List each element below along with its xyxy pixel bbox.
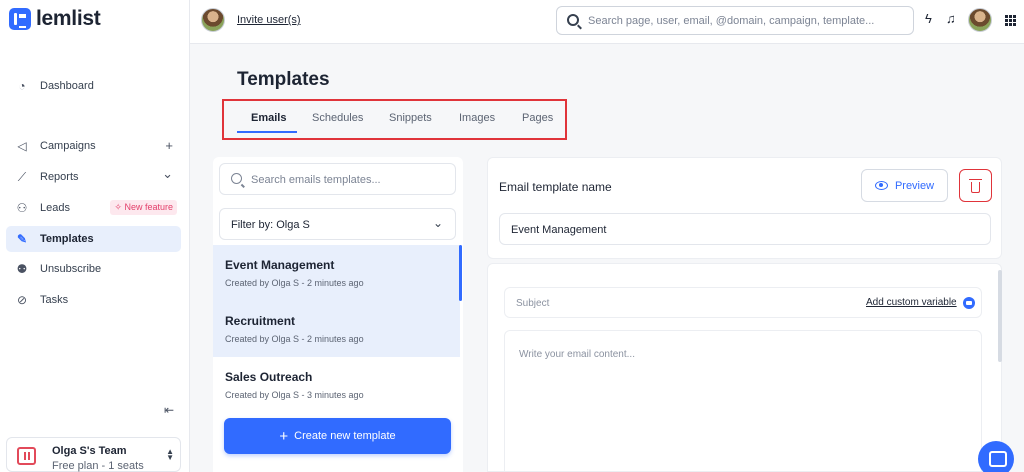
- megaphone-icon: ◁: [17, 139, 27, 153]
- plus-icon: +: [279, 427, 289, 445]
- template-meta: Created by Olga S - 2 minutes ago: [225, 334, 364, 344]
- email-content-editor[interactable]: Write your email content...: [504, 330, 982, 472]
- sidebar-item-label: Leads: [40, 202, 70, 214]
- filter-label: Filter by: Olga S: [231, 219, 310, 231]
- lightning-icon[interactable]: ϟ: [925, 12, 932, 25]
- tab-pages[interactable]: Pages: [522, 112, 553, 124]
- user-avatar[interactable]: [968, 8, 992, 32]
- template-meta: Created by Olga S - 2 minutes ago: [225, 278, 364, 288]
- team-name: Olga S's Team: [52, 445, 127, 457]
- create-template-label: Create new template: [294, 430, 396, 442]
- sort-arrows-icon: ▲ ▼: [166, 447, 174, 462]
- collapse-sidebar-icon[interactable]: ⇤: [164, 403, 174, 417]
- apps-grid-icon[interactable]: [1005, 15, 1016, 26]
- sidebar: lemlist ◔ Dashboard ◁ Campaigns + ⟋ Repo…: [0, 0, 190, 472]
- sidebar-item-leads[interactable]: ⚇ Leads ✧ New feature: [6, 195, 181, 221]
- team-plan: Free plan - 1 seats: [52, 460, 144, 472]
- sidebar-item-reports[interactable]: ⟋ Reports ⌄: [6, 164, 181, 190]
- tab-emails[interactable]: Emails: [251, 112, 286, 124]
- subject-input[interactable]: Subject Add custom variable: [504, 287, 982, 318]
- template-item-recruitment[interactable]: Recruitment Created by Olga S - 2 minute…: [213, 301, 460, 357]
- lemlist-logo-icon: [9, 8, 31, 30]
- sidebar-item-unsubscribe[interactable]: ⚉ Unsubscribe: [6, 256, 181, 282]
- search-icon: [231, 173, 242, 184]
- sidebar-item-tasks[interactable]: ⊘ Tasks: [6, 287, 181, 313]
- template-meta: Created by Olga S - 3 minutes ago: [225, 390, 364, 400]
- chevron-down-icon: ⌄: [432, 216, 443, 230]
- chart-line-icon: ⟋: [17, 169, 27, 184]
- team-switcher[interactable]: Olga S's Team Free plan - 1 seats ▲ ▼: [6, 437, 181, 472]
- tab-schedules[interactable]: Schedules: [312, 112, 363, 124]
- sidebar-item-label: Tasks: [40, 294, 69, 306]
- magic-wand-icon: ✎: [16, 232, 28, 246]
- create-template-button[interactable]: + Create new template: [224, 418, 451, 454]
- lemlist-logo[interactable]: lemlist: [9, 7, 101, 31]
- chat-support-icon[interactable]: [978, 441, 1014, 472]
- filter-dropdown[interactable]: Filter by: Olga S ⌄: [219, 208, 456, 240]
- template-name: Event Management: [225, 258, 335, 272]
- add-campaign-icon[interactable]: +: [165, 139, 173, 152]
- list-scrollbar[interactable]: [459, 245, 462, 301]
- template-name-input[interactable]: Event Management: [499, 213, 991, 245]
- delete-template-button[interactable]: [959, 169, 992, 202]
- add-custom-variable-link[interactable]: Add custom variable: [866, 297, 957, 308]
- sidebar-item-campaigns[interactable]: ◁ Campaigns +: [6, 133, 181, 159]
- gauge-icon: ◔: [18, 79, 26, 93]
- brand-name: lemlist: [36, 7, 101, 30]
- search-placeholder: Search page, user, email, @domain, campa…: [588, 15, 875, 27]
- templates-search-placeholder: Search emails templates...: [251, 174, 381, 186]
- people-icon: ⚇: [16, 201, 28, 215]
- content-placeholder: Write your email content...: [519, 349, 635, 360]
- new-feature-badge-label: New feature: [124, 202, 173, 212]
- check-circle-icon: ⊘: [16, 293, 28, 307]
- variable-icon[interactable]: [963, 297, 975, 309]
- template-name: Recruitment: [225, 314, 296, 328]
- sidebar-item-label: Campaigns: [40, 140, 96, 152]
- new-feature-badge: ✧ New feature: [110, 200, 177, 215]
- building-icon: [17, 447, 36, 465]
- bell-icon[interactable]: ♫: [946, 12, 956, 25]
- template-item-event-management[interactable]: Event Management Created by Olga S - 2 m…: [213, 245, 460, 301]
- sidebar-item-templates[interactable]: ✎ Templates: [6, 226, 181, 252]
- top-bar: Invite user(s) Search page, user, email,…: [190, 0, 1024, 44]
- preview-button[interactable]: Preview: [861, 169, 948, 202]
- template-name-label: Email template name: [499, 180, 612, 194]
- editor-scrollbar[interactable]: [998, 270, 1002, 362]
- tab-snippets[interactable]: Snippets: [389, 112, 432, 124]
- invite-users-link[interactable]: Invite user(s): [237, 14, 301, 26]
- active-tab-indicator: [237, 131, 297, 133]
- sidebar-item-label: Reports: [40, 171, 79, 183]
- user-x-icon: ⚉: [16, 262, 28, 276]
- eye-icon: [874, 181, 888, 190]
- preview-label: Preview: [894, 179, 935, 192]
- avatar[interactable]: [201, 8, 225, 32]
- subject-placeholder: Subject: [516, 298, 550, 309]
- sidebar-item-label: Unsubscribe: [40, 263, 102, 275]
- template-item-sales-outreach[interactable]: Sales Outreach Created by Olga S - 3 min…: [213, 357, 460, 413]
- sidebar-item-label: Templates: [40, 233, 94, 245]
- templates-search-input[interactable]: Search emails templates...: [219, 163, 456, 195]
- template-name-value: Event Management: [511, 224, 607, 236]
- page-title: Templates: [237, 69, 330, 90]
- chevron-down-icon[interactable]: ⌄: [162, 167, 173, 180]
- search-icon: [567, 14, 579, 26]
- template-name: Sales Outreach: [225, 370, 313, 384]
- global-search-input[interactable]: Search page, user, email, @domain, campa…: [556, 6, 914, 35]
- trash-icon: [969, 178, 982, 193]
- sidebar-item-dashboard[interactable]: ◔ Dashboard: [6, 73, 181, 99]
- tab-images[interactable]: Images: [459, 112, 495, 124]
- sidebar-item-label: Dashboard: [40, 80, 94, 92]
